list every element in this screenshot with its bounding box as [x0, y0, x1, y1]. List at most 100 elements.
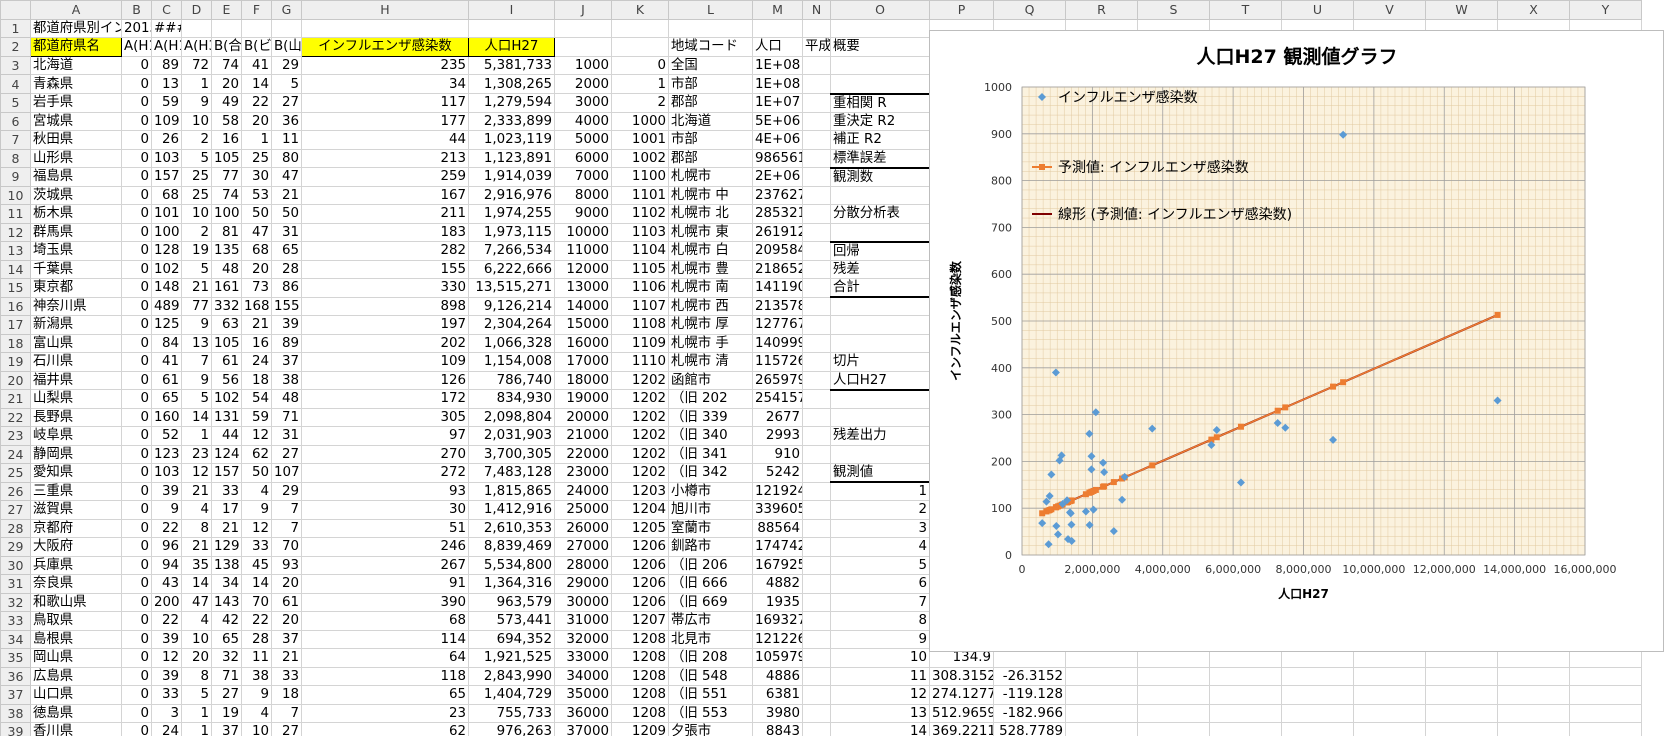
- cell[interactable]: 16000: [554, 333, 612, 353]
- cell[interactable]: 71: [211, 666, 242, 686]
- area-name-cell[interactable]: 旭川市: [668, 500, 753, 520]
- cell[interactable]: 20: [271, 574, 302, 594]
- cell[interactable]: 174742: [752, 537, 803, 557]
- summary-cell[interactable]: [830, 389, 930, 409]
- population-cell[interactable]: 1,279,594: [468, 93, 555, 113]
- cell[interactable]: 986561: [752, 148, 803, 168]
- area-name-cell[interactable]: 全国: [668, 55, 753, 75]
- cell[interactable]: 21: [181, 481, 212, 501]
- cell[interactable]: 86: [271, 278, 302, 298]
- population-cell[interactable]: 963,579: [468, 592, 555, 612]
- cell[interactable]: 12: [151, 648, 182, 668]
- cell[interactable]: [1281, 722, 1354, 736]
- influenza-count-cell[interactable]: 155: [301, 259, 469, 279]
- cell[interactable]: [802, 518, 831, 538]
- area-code-cell[interactable]: 1208: [611, 629, 669, 649]
- row-header[interactable]: 30: [0, 555, 31, 575]
- cell[interactable]: [802, 55, 831, 75]
- residual-cell[interactable]: -26.3152: [993, 666, 1066, 686]
- column-header[interactable]: K: [611, 0, 669, 20]
- prefecture-name-cell[interactable]: 長野県: [30, 407, 122, 427]
- influenza-count-cell[interactable]: 30: [301, 500, 469, 520]
- cell[interactable]: 24: [151, 722, 182, 736]
- cell[interactable]: 5: [181, 389, 212, 409]
- influenza-count-cell[interactable]: 93: [301, 481, 469, 501]
- influenza-count-cell[interactable]: 305: [301, 407, 469, 427]
- cell[interactable]: 0: [121, 278, 152, 298]
- cell[interactable]: 39: [151, 629, 182, 649]
- cell[interactable]: 123: [151, 444, 182, 464]
- area-code-cell[interactable]: 1203: [611, 481, 669, 501]
- column-header[interactable]: Q: [993, 0, 1066, 20]
- area-code-cell[interactable]: 1205: [611, 518, 669, 538]
- prefecture-name-cell[interactable]: 茨城県: [30, 185, 122, 205]
- cell[interactable]: [1209, 722, 1282, 736]
- population-cell[interactable]: 7,266,534: [468, 241, 555, 261]
- cell[interactable]: 28000: [554, 555, 612, 575]
- header-heisei[interactable]: 平成27: [802, 37, 831, 57]
- area-name-cell[interactable]: 室蘭市: [668, 518, 753, 538]
- cell[interactable]: 0: [121, 259, 152, 279]
- cell[interactable]: 50: [241, 463, 272, 483]
- prefecture-name-cell[interactable]: 山梨県: [30, 389, 122, 409]
- prefecture-name-cell[interactable]: 鳥取県: [30, 611, 122, 631]
- cell[interactable]: [1353, 685, 1426, 705]
- summary-cell[interactable]: [830, 407, 930, 427]
- cell[interactable]: [802, 426, 831, 446]
- cell[interactable]: 1: [181, 722, 212, 736]
- summary-cell[interactable]: 6: [830, 574, 930, 594]
- cell[interactable]: 2E+06: [752, 167, 803, 187]
- cell[interactable]: 18: [271, 685, 302, 705]
- prefecture-name-cell[interactable]: 香川県: [30, 722, 122, 736]
- summary-value-cell[interactable]: 308.3152367: [929, 666, 994, 686]
- cell[interactable]: 155: [271, 296, 302, 316]
- cell[interactable]: 24: [241, 352, 272, 372]
- cell[interactable]: 77: [181, 296, 212, 316]
- cell[interactable]: 23000: [554, 463, 612, 483]
- row-header[interactable]: 18: [0, 333, 31, 353]
- cell[interactable]: 21: [181, 278, 212, 298]
- cell[interactable]: 128: [151, 241, 182, 261]
- cell[interactable]: 27: [211, 685, 242, 705]
- cell[interactable]: [554, 18, 612, 38]
- cell[interactable]: 10000: [554, 222, 612, 242]
- prefecture-name-cell[interactable]: 福井県: [30, 370, 122, 390]
- cell[interactable]: 10: [241, 722, 272, 736]
- row-header[interactable]: 24: [0, 444, 31, 464]
- area-name-cell[interactable]: （旧 339: [668, 407, 753, 427]
- prefecture-name-cell[interactable]: 福島県: [30, 167, 122, 187]
- row-header[interactable]: 39: [0, 722, 31, 736]
- cell[interactable]: 13: [151, 74, 182, 94]
- cell[interactable]: 1E+08: [752, 55, 803, 75]
- column-header[interactable]: N: [802, 0, 831, 20]
- population-cell[interactable]: 834,930: [468, 389, 555, 409]
- column-header[interactable]: B: [121, 0, 152, 20]
- cell[interactable]: 127767: [752, 315, 803, 335]
- hash-cell[interactable]: ###: [151, 18, 182, 38]
- cell[interactable]: 89: [151, 55, 182, 75]
- cell[interactable]: 0: [121, 666, 152, 686]
- prefecture-name-cell[interactable]: 岩手県: [30, 93, 122, 113]
- row-header[interactable]: 28: [0, 518, 31, 538]
- prefecture-name-cell[interactable]: 和歌山県: [30, 592, 122, 612]
- cell[interactable]: 48: [271, 389, 302, 409]
- cell[interactable]: 25: [181, 167, 212, 187]
- population-cell[interactable]: 7,483,128: [468, 463, 555, 483]
- prefecture-name-cell[interactable]: 愛知県: [30, 463, 122, 483]
- cell[interactable]: 21: [211, 518, 242, 538]
- prefecture-name-cell[interactable]: 岡山県: [30, 648, 122, 668]
- cell[interactable]: 285321: [752, 204, 803, 224]
- cell[interactable]: 135: [211, 241, 242, 261]
- area-name-cell[interactable]: （旧 548: [668, 666, 753, 686]
- cell[interactable]: 84: [151, 333, 182, 353]
- cell[interactable]: 4000: [554, 111, 612, 131]
- row-header[interactable]: 20: [0, 370, 31, 390]
- cell[interactable]: 5242: [752, 463, 803, 483]
- area-code-cell[interactable]: 1206: [611, 592, 669, 612]
- cell[interactable]: 105979: [752, 648, 803, 668]
- column-header[interactable]: T: [1209, 0, 1282, 20]
- cell[interactable]: 26: [151, 130, 182, 150]
- cell[interactable]: 160: [151, 407, 182, 427]
- row-header[interactable]: 19: [0, 352, 31, 372]
- cell[interactable]: 9: [181, 315, 212, 335]
